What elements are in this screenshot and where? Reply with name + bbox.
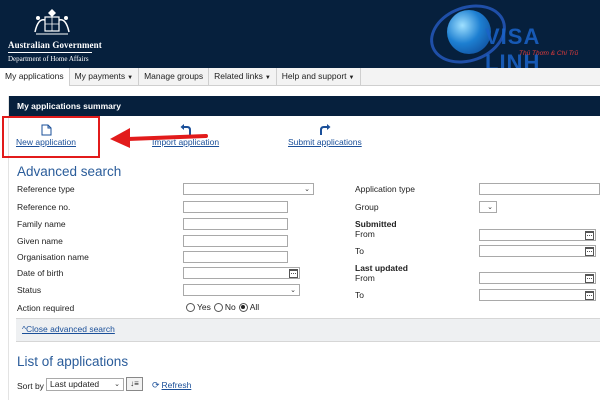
reference-no-input[interactable] (183, 201, 288, 213)
submit-applications-button[interactable]: Submit applications (288, 124, 362, 147)
nav-my-payments[interactable]: My payments ▼ (70, 68, 140, 86)
submit-applications-label: Submit applications (288, 137, 362, 147)
gov-line2: Department of Home Affairs (8, 55, 89, 63)
list-title: List of applications (17, 354, 129, 369)
red-arrow-icon (110, 128, 208, 148)
organisation-name-input[interactable] (183, 251, 288, 263)
refresh-icon: ⟳ (152, 380, 160, 390)
highlight-box (2, 116, 100, 158)
calendar-icon[interactable] (585, 231, 594, 240)
gov-line1: Australian Government (8, 40, 102, 50)
family-name-label: Family name (17, 219, 66, 229)
submitted-label: Submitted (355, 219, 397, 229)
nav-manage-groups[interactable]: Manage groups (139, 68, 210, 86)
application-type-label: Application type (355, 184, 416, 194)
group-label: Group (355, 202, 379, 212)
caret-down-icon: ▼ (348, 75, 355, 81)
given-name-input[interactable] (183, 235, 288, 247)
radio-no[interactable] (213, 302, 223, 312)
action-required-radios: Yes No All (183, 302, 259, 312)
calendar-icon[interactable] (585, 247, 594, 256)
chevron-down-icon: ⌄ (487, 204, 493, 211)
government-wordmark: Australian Government Department of Home… (8, 40, 102, 63)
nav-my-applications[interactable]: My applications (0, 68, 70, 86)
sort-order-button[interactable]: ↓≡ (126, 377, 143, 391)
caret-down-icon: ▼ (127, 75, 134, 81)
nav-label: Related links (214, 71, 263, 81)
nav-help-support[interactable]: Help and support ▼ (277, 68, 361, 86)
calendar-icon[interactable] (289, 269, 298, 278)
last-updated-label: Last updated (355, 263, 408, 273)
advanced-search-title: Advanced search (17, 164, 122, 179)
coat-of-arms-icon (34, 9, 70, 35)
refresh-label: Refresh (161, 380, 192, 390)
caret-down-icon: ▼ (264, 75, 271, 81)
visa-logo: VISA LINH Thủ Thơm & Chí Trũ (421, 0, 600, 75)
status-select[interactable]: ⌄ (183, 284, 300, 296)
nav-label: Help and support (281, 71, 347, 81)
last-updated-from-label: From (355, 273, 375, 283)
family-name-input[interactable] (183, 218, 288, 230)
submitted-from-input[interactable] (479, 229, 596, 241)
logo-slogan: Thủ Thơm & Chí Trũ (519, 50, 579, 57)
status-label: Status (17, 285, 42, 295)
radio-all-label: All (249, 302, 260, 312)
submitted-from-label: From (355, 229, 375, 239)
radio-yes[interactable] (186, 302, 195, 312)
last-updated-to-label: To (355, 290, 364, 300)
sort-order-icon: ↓≡ (130, 379, 139, 388)
sort-by-label: Sort by (17, 381, 44, 391)
date-of-birth-input[interactable] (183, 267, 300, 279)
close-advanced-search-label: Close advanced search (26, 324, 115, 334)
date-of-birth-label: Date of birth (17, 268, 64, 278)
nav-label: My applications (5, 71, 64, 81)
given-name-label: Given name (17, 236, 63, 246)
radio-all[interactable] (238, 302, 248, 312)
nav-label: Manage groups (144, 71, 204, 81)
close-advanced-search-link[interactable]: ^Close advanced search (22, 324, 115, 334)
main-nav: My applications My payments ▼ Manage grou… (0, 68, 600, 86)
organisation-name-label: Organisation name (17, 252, 89, 262)
calendar-icon[interactable] (585, 274, 594, 283)
last-updated-to-input[interactable] (479, 289, 596, 301)
gov-divider (8, 52, 92, 53)
submitted-to-label: To (355, 246, 364, 256)
summary-title: My applications summary (9, 96, 600, 116)
sort-select[interactable]: Last updated ⌄ (46, 378, 124, 391)
chevron-down-icon: ⌄ (114, 381, 120, 388)
sort-value: Last updated (50, 379, 100, 389)
site-header: Australian Government Department of Home… (0, 0, 600, 75)
submit-arrow-icon (319, 124, 331, 136)
nav-label: My payments (74, 71, 126, 81)
group-select[interactable]: ⌄ (479, 201, 497, 213)
reference-type-select[interactable]: ⌄ (183, 183, 314, 195)
refresh-link[interactable]: ⟳ Refresh (152, 380, 191, 391)
reference-no-label: Reference no. (17, 202, 71, 212)
chevron-down-icon: ⌄ (290, 287, 296, 294)
radio-yes-label: Yes (197, 302, 211, 312)
action-required-label: Action required (17, 303, 75, 313)
close-search-bar: ^Close advanced search (16, 318, 600, 342)
calendar-icon[interactable] (585, 291, 594, 300)
reference-type-label: Reference type (17, 184, 75, 194)
radio-no-label: No (224, 302, 236, 312)
application-type-select[interactable] (479, 183, 600, 195)
chevron-down-icon: ⌄ (304, 186, 310, 193)
last-updated-from-input[interactable] (479, 272, 596, 284)
nav-related-links[interactable]: Related links ▼ (209, 68, 277, 86)
submitted-to-input[interactable] (479, 245, 596, 257)
